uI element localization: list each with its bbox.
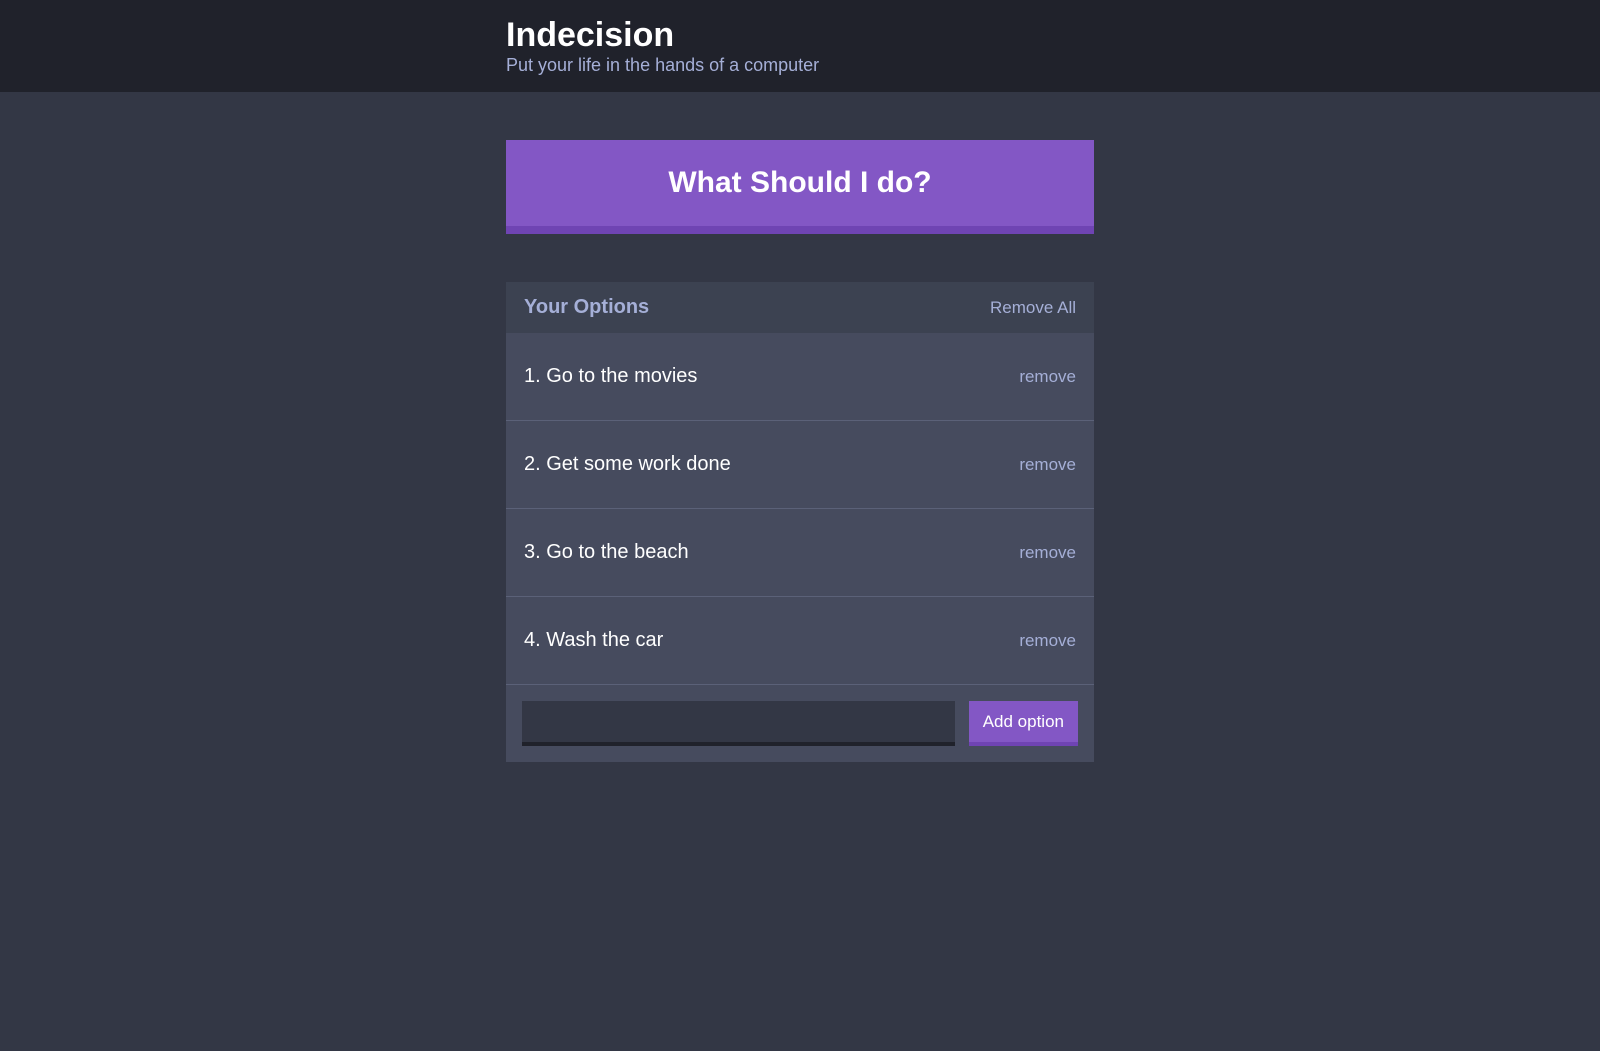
option-text: 1. Go to the movies <box>524 365 697 388</box>
add-option-form: Add option <box>506 685 1094 762</box>
add-option-button[interactable]: Add option <box>969 701 1078 746</box>
options-widget: Your Options Remove All 1. Go to the mov… <box>506 282 1094 762</box>
option-text: 4. Wash the car <box>524 629 663 652</box>
remove-option-button[interactable]: remove <box>1019 631 1076 651</box>
widget-title: Your Options <box>524 296 649 319</box>
option-row: 2. Get some work done remove <box>506 421 1094 509</box>
what-should-i-do-button[interactable]: What Should I do? <box>506 140 1094 234</box>
remove-all-button[interactable]: Remove All <box>990 298 1076 318</box>
app-subtitle: Put your life in the hands of a computer <box>506 55 1094 76</box>
remove-option-button[interactable]: remove <box>1019 455 1076 475</box>
option-text: 2. Get some work done <box>524 453 731 476</box>
option-row: 3. Go to the beach remove <box>506 509 1094 597</box>
add-option-input[interactable] <box>522 701 955 746</box>
widget-header: Your Options Remove All <box>506 282 1094 333</box>
app-title: Indecision <box>506 16 1094 55</box>
remove-option-button[interactable]: remove <box>1019 367 1076 387</box>
option-text: 3. Go to the beach <box>524 541 689 564</box>
option-row: 1. Go to the movies remove <box>506 333 1094 421</box>
app-header: Indecision Put your life in the hands of… <box>0 0 1600 92</box>
option-row: 4. Wash the car remove <box>506 597 1094 685</box>
remove-option-button[interactable]: remove <box>1019 543 1076 563</box>
